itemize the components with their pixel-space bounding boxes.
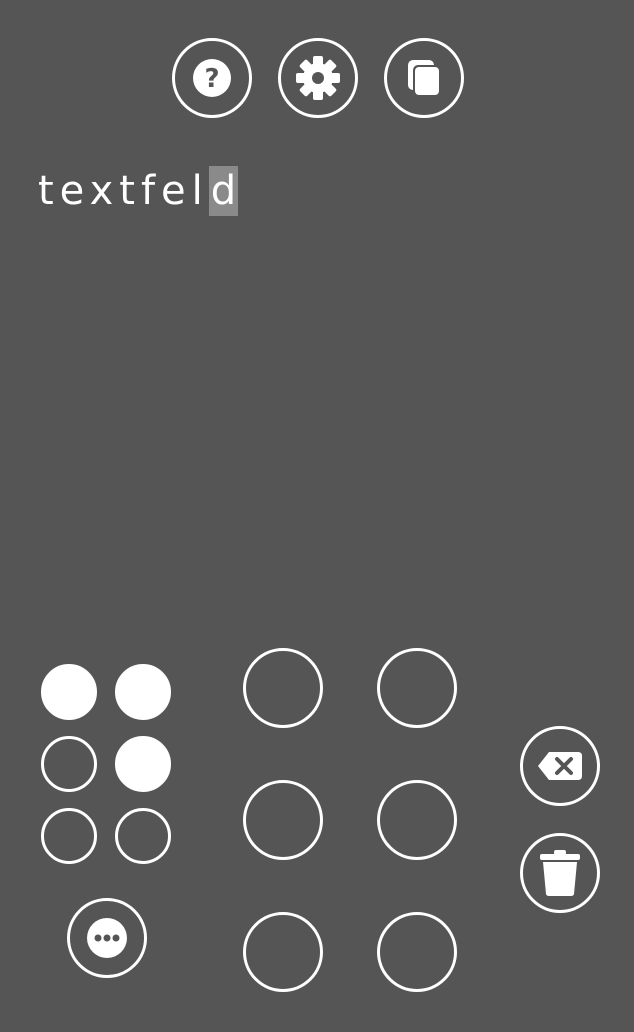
settings-button[interactable]: [278, 38, 358, 118]
braille-dot-3: [41, 808, 97, 864]
text-content: textfel: [38, 168, 209, 214]
clear-button[interactable]: [520, 833, 600, 913]
braille-key-dot-3[interactable]: [243, 912, 323, 992]
braille-dot-2: [41, 736, 97, 792]
cursor-character: d: [208, 166, 239, 216]
more-icon: [87, 918, 127, 958]
braille-key-dot-1[interactable]: [243, 648, 323, 728]
backspace-icon: [538, 752, 582, 780]
braille-dot-6: [115, 808, 171, 864]
backspace-button[interactable]: [520, 726, 600, 806]
svg-text:?: ?: [204, 64, 219, 94]
copy-icon: [408, 60, 441, 97]
braille-key-dot-5[interactable]: [377, 780, 457, 860]
more-options-button[interactable]: [67, 898, 147, 978]
help-button[interactable]: ?: [172, 38, 252, 118]
copy-button[interactable]: [384, 38, 464, 118]
braille-key-dot-4[interactable]: [377, 648, 457, 728]
braille-dot-4: [115, 664, 171, 720]
gear-icon: [296, 56, 340, 100]
braille-key-dot-6[interactable]: [377, 912, 457, 992]
braille-key-dot-2[interactable]: [243, 780, 323, 860]
trash-icon: [540, 850, 580, 896]
braille-dot-1: [41, 664, 97, 720]
braille-keyboard-screen: ? textfel d: [0, 0, 634, 1032]
text-field[interactable]: textfel d: [38, 166, 239, 216]
question-icon: ?: [193, 59, 231, 97]
braille-dot-5: [115, 736, 171, 792]
